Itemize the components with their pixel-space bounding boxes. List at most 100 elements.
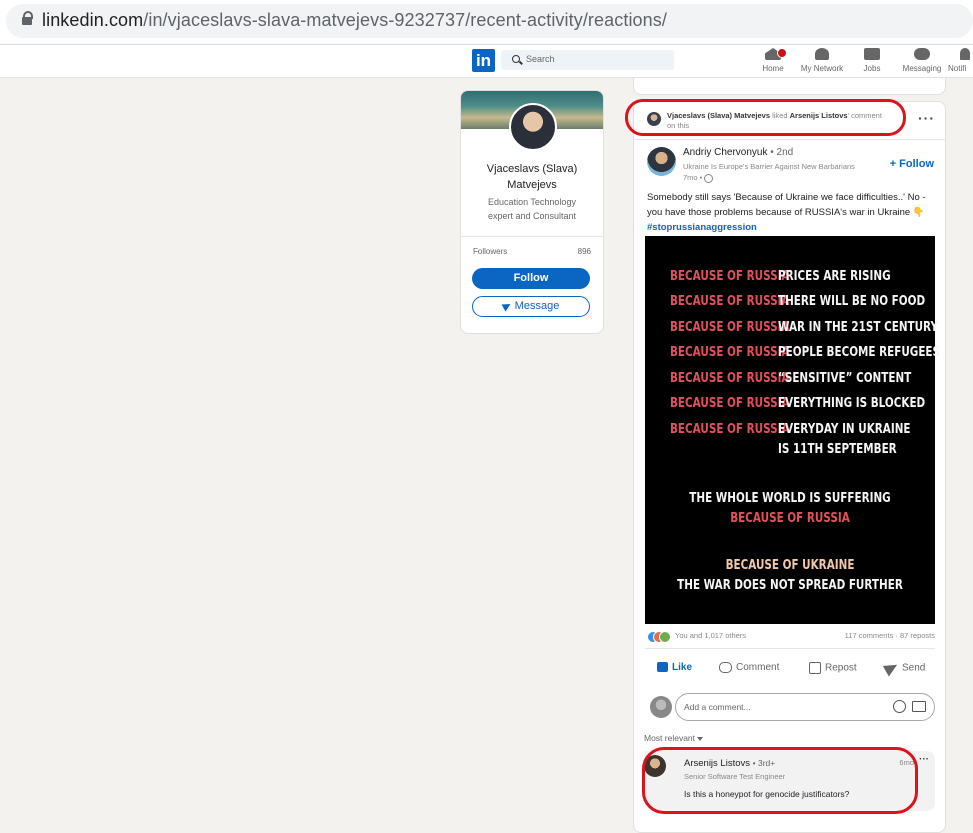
nav-home[interactable]: Home bbox=[749, 48, 797, 73]
like-button[interactable]: Like bbox=[657, 662, 692, 673]
image-text: IS 11TH SEPTEMBER bbox=[778, 442, 897, 457]
profile-avatar[interactable] bbox=[509, 103, 557, 151]
post-text: Somebody still says 'Because of Ukraine … bbox=[647, 190, 937, 235]
send-label: Send bbox=[902, 662, 926, 674]
briefcase-icon bbox=[864, 48, 880, 60]
follow-author-button[interactable]: + Follow bbox=[890, 158, 934, 170]
image-text-red: BECAUSE OF RUSSIA bbox=[670, 371, 790, 386]
profile-name-line1: Vjaceslavs (Slava) bbox=[486, 163, 578, 175]
author-name[interactable]: Andriy Chervonyuk • 2nd bbox=[683, 147, 793, 158]
browser-toolbar: linkedin.com/in/vjaceslavs-slava-matveje… bbox=[0, 0, 973, 45]
comment-button[interactable]: Comment bbox=[719, 662, 779, 673]
profile-name[interactable]: Vjaceslavs (Slava) Matvejevs bbox=[461, 161, 603, 193]
post-image[interactable]: BECAUSE OF RUSSIA PRICES ARE RISING BECA… bbox=[645, 236, 940, 624]
divider bbox=[461, 236, 603, 237]
nav-messaging[interactable]: Messaging bbox=[898, 48, 946, 73]
followers-count: 896 bbox=[577, 247, 591, 256]
message-button-label: Message bbox=[514, 300, 560, 312]
search-icon bbox=[512, 55, 520, 63]
image-text-ukraine: BECAUSE OF UKRAINE bbox=[725, 558, 855, 573]
comment-placeholder: Add a comment... bbox=[684, 702, 751, 712]
messaging-icon bbox=[914, 48, 930, 60]
hashtag-link[interactable]: #stoprussianaggression bbox=[647, 220, 937, 235]
image-text: THE WAR DOES NOT SPREAD FURTHER bbox=[677, 578, 903, 593]
more-options-icon[interactable]: ··· bbox=[918, 110, 935, 126]
divider bbox=[634, 139, 945, 140]
emoji-icon[interactable] bbox=[893, 700, 906, 713]
url-path: /in/vjaceslavs-slava-matvejevs-9232737/r… bbox=[143, 10, 667, 30]
post-text-line2: you have those problems because of RUSSI… bbox=[647, 207, 925, 218]
image-text: THERE WILL BE NO FOOD bbox=[778, 294, 926, 309]
profile-card: Vjaceslavs (Slava) Matvejevs Education T… bbox=[460, 90, 604, 334]
nav-my-network[interactable]: My Network bbox=[798, 48, 846, 73]
profile-description-line1: Education Technology bbox=[488, 197, 576, 207]
divider bbox=[645, 648, 935, 649]
reactions-count[interactable]: You and 1,017 others bbox=[675, 631, 746, 640]
repost-label: Repost bbox=[825, 662, 857, 674]
thumbs-up-icon bbox=[657, 662, 668, 673]
nav-notifications-label: Notifi bbox=[948, 64, 967, 73]
nav-jobs-label: Jobs bbox=[863, 64, 881, 73]
notification-dot bbox=[777, 48, 787, 58]
image-text-red: BECAUSE OF RUSSIA bbox=[670, 422, 790, 437]
post-time-text: 7mo • bbox=[683, 173, 703, 182]
message-button[interactable]: Message bbox=[472, 296, 590, 317]
repost-icon bbox=[809, 662, 821, 674]
image-text-red: BECAUSE OF RUSSIA bbox=[730, 511, 850, 526]
globe-icon bbox=[704, 173, 714, 183]
profile-name-line2: Matvejevs bbox=[507, 179, 557, 191]
comment-label: Comment bbox=[736, 662, 780, 674]
send-button[interactable]: Send bbox=[882, 659, 926, 677]
reaction-icons[interactable] bbox=[647, 631, 673, 643]
current-user-avatar bbox=[650, 696, 672, 718]
image-text-red: BECAUSE OF RUSSIA bbox=[670, 396, 790, 411]
like-label: Like bbox=[672, 662, 693, 673]
image-text-red: BECAUSE OF RUSSIA bbox=[670, 320, 790, 335]
annotation-oval-header bbox=[625, 99, 906, 136]
image-text-red: BECAUSE OF RUSSIA bbox=[670, 294, 790, 309]
nav-jobs[interactable]: Jobs bbox=[848, 48, 896, 73]
send-icon bbox=[501, 300, 513, 312]
nav-home-label: Home bbox=[762, 64, 784, 73]
profile-description: Education Technology expert and Consulta… bbox=[475, 195, 589, 223]
followers-label: Followers bbox=[473, 247, 508, 256]
image-text-red: BECAUSE OF RUSSIA bbox=[670, 269, 790, 284]
author-degree: • 2nd bbox=[770, 147, 794, 158]
image-text: WAR IN THE 21ST CENTURY bbox=[778, 320, 939, 335]
sort-dropdown[interactable]: Most relevant bbox=[644, 733, 704, 743]
search-input[interactable]: Search bbox=[501, 50, 674, 70]
nav-notifications[interactable]: Notifi bbox=[944, 48, 973, 73]
lock-icon[interactable] bbox=[22, 11, 33, 25]
address-bar[interactable]: linkedin.com/in/vjaceslavs-slava-matveje… bbox=[6, 4, 973, 38]
image-text-red: BECAUSE OF RUSSIA bbox=[670, 345, 790, 360]
image-text: EVERYDAY IN UKRAINE bbox=[778, 422, 911, 437]
sort-label: Most relevant bbox=[644, 733, 696, 743]
send-icon bbox=[882, 659, 901, 677]
annotation-oval-comment bbox=[642, 747, 918, 814]
author-avatar[interactable] bbox=[647, 147, 676, 176]
linkedin-logo[interactable]: in bbox=[472, 49, 495, 72]
nav-network-label: My Network bbox=[800, 64, 844, 73]
author-name-text: Andriy Chervonyuk bbox=[683, 147, 768, 158]
repost-button[interactable]: Repost bbox=[809, 662, 857, 674]
nav-messaging-label: Messaging bbox=[902, 64, 942, 73]
author-headline: Ukraine Is Europe's Barrier Against New … bbox=[683, 162, 855, 171]
url-text[interactable]: linkedin.com/in/vjaceslavs-slava-matveje… bbox=[42, 10, 667, 31]
post-time: 7mo • bbox=[683, 173, 714, 183]
comment-input[interactable]: Add a comment... bbox=[675, 693, 935, 721]
image-text: “SENSITIVE” CONTENT bbox=[778, 371, 912, 386]
chevron-down-icon bbox=[697, 736, 704, 741]
search-placeholder: Search bbox=[526, 54, 555, 64]
url-host: linkedin.com bbox=[42, 10, 144, 30]
image-icon[interactable] bbox=[912, 701, 926, 712]
image-text: EVERYTHING IS BLOCKED bbox=[778, 396, 926, 411]
follow-button[interactable]: Follow bbox=[472, 268, 590, 289]
previous-post-card bbox=[633, 78, 946, 95]
comment-more-icon[interactable]: ··· bbox=[919, 754, 929, 765]
image-text: THE WHOLE WORLD IS SUFFERING bbox=[689, 491, 891, 506]
network-icon bbox=[815, 48, 829, 60]
comments-reposts-count[interactable]: 117 comments · 87 reposts bbox=[845, 631, 935, 640]
profile-description-line2: expert and Consultant bbox=[487, 211, 577, 221]
comment-icon bbox=[719, 662, 732, 673]
post-card: Vjaceslavs (Slava) Matvejevs liked Arsen… bbox=[625, 99, 946, 833]
